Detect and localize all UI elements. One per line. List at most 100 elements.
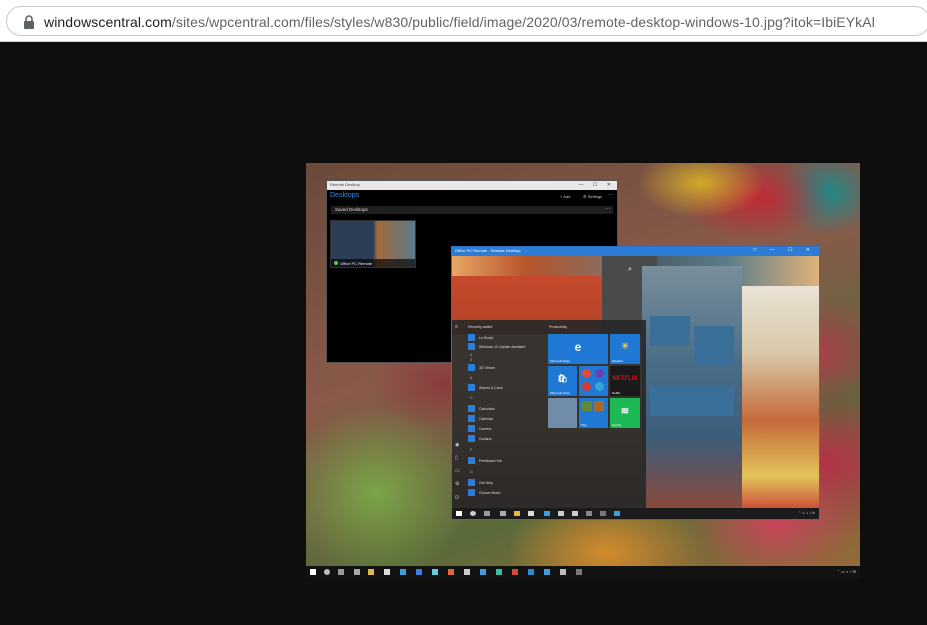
session-taskbar: ⌃ ▭ ◖ ♪ ✉ (452, 508, 819, 519)
app-group-letter: 3 (470, 358, 472, 362)
start-menu: ≡ ◉ ▯ ▭ ⚙ ⏻ Recently added Productivity … (452, 320, 646, 510)
rd-window-controls: — ☐ ✕ (578, 182, 615, 188)
host-taskbar: ⌃ ▭ ◖ ♪ ✉ (306, 566, 860, 578)
app-icon (586, 511, 592, 516)
rd-more-icon: ··· (608, 192, 613, 198)
displayed-image: Remote Desktop — ☐ ✕ Desktops + Add ⚙ Se… (306, 163, 860, 578)
tile-label: Play (581, 423, 587, 427)
rd-connection-name: Office PC Remote (331, 259, 415, 267)
app-icon (512, 569, 518, 575)
user-icon: ◉ (455, 442, 460, 448)
app-list-item: Alarms & Clock (468, 384, 544, 392)
app-list-item: Windows 10 Update Assistant (468, 343, 544, 351)
rd-add-label: + Add (560, 194, 571, 199)
pictures-icon: ▭ (455, 468, 460, 474)
rd-settings-label: ⚙ Settings (583, 194, 603, 199)
folder-icon (514, 511, 520, 516)
start-menu-rail: ≡ ◉ ▯ ▭ ⚙ ⏻ (452, 320, 464, 510)
document-icon: ▯ (455, 455, 458, 461)
tile-label: Microsoft Store (550, 391, 571, 395)
app-label: Cortana (479, 437, 492, 441)
system-tray-icons: ⌃ ▭ ◖ ♪ ✉ (836, 569, 856, 574)
remote-desktop-icon (560, 569, 566, 575)
weather-icon: ☀ (620, 341, 630, 351)
status-dot-icon (334, 261, 338, 265)
app-list-item: Feedback Hub (468, 457, 544, 465)
app-icon (600, 511, 606, 516)
tile-edge: e Microsoft Edge (548, 334, 608, 364)
app-icon (464, 569, 470, 575)
app-group-letter: G (470, 470, 473, 474)
session-desktop-wallpaper: ⌕ ≡ ◉ ▯ ▭ ⚙ ⏻ Recently added Productivit… (452, 256, 819, 510)
app-group-letter: # (470, 353, 472, 357)
gear-icon: ⚙ (455, 481, 460, 487)
app-label: Feedback Hub (479, 459, 502, 463)
lock-icon[interactable] (23, 15, 35, 29)
rd-saved-desktops-group: Saved Desktops ··· (331, 206, 613, 214)
app-label: Alarms & Clock (479, 386, 503, 390)
tile-netflix: NETFLIX Netflix (610, 366, 640, 396)
wallpaper-building (742, 286, 819, 510)
app-label: Calculator (479, 407, 495, 411)
app-label: Lo Smart (479, 336, 494, 340)
app-icon (416, 569, 422, 575)
app-list-item: Get Help (468, 479, 544, 487)
app-label: Calendar (479, 417, 494, 421)
app-icon (432, 569, 438, 575)
session-window-controls: □ — ☐ ✕ (753, 247, 816, 253)
tile-spotify: ≋ Spotify (610, 398, 640, 428)
rd-connection-tile: Office PC Remote (330, 220, 416, 268)
task-view-icon (484, 511, 490, 516)
store-icon: 🛍 (557, 374, 568, 383)
search-icon (324, 569, 330, 575)
edge-icon (528, 569, 534, 575)
app-group-letter: A (470, 376, 473, 380)
store-icon (528, 511, 534, 516)
firefox-icon (448, 569, 454, 575)
rd-title: Remote Desktop (330, 182, 360, 187)
rd-group-label: Saved Desktops (335, 207, 368, 212)
netflix-logo-icon: NETFLIX (612, 376, 638, 382)
app-list-item: Lo Smart (468, 334, 544, 342)
address-bar[interactable]: windowscentral.com/sites/wpcentral.com/f… (6, 6, 927, 36)
tile-label: Netflix (612, 391, 621, 395)
spotify-icon: ≋ (620, 406, 630, 417)
app-icon (558, 511, 564, 516)
url-path: /sites/wpcentral.com/files/styles/w830/p… (171, 14, 875, 30)
rd-group-more-icon: ··· (605, 206, 610, 212)
app-group-letter: C (470, 396, 473, 400)
session-title: Office PC Remote - Remote Desktop (455, 248, 521, 253)
browser-toolbar: windowscentral.com/sites/wpcentral.com/f… (0, 0, 927, 42)
tile-label: Spotify (612, 423, 622, 427)
task-view-icon (338, 569, 344, 575)
tile-store: 🛍 Microsoft Store (548, 366, 577, 396)
tile-weather: ☀ Weather (610, 334, 640, 364)
app-label: Camera (479, 427, 492, 431)
wallpaper-balcony (650, 386, 734, 416)
session-titlebar: Office PC Remote - Remote Desktop □ — ☐ … (452, 247, 819, 256)
hamburger-icon: ≡ (455, 324, 458, 330)
productivity-heading: Productivity (549, 325, 568, 329)
tile-label: Microsoft Edge (550, 359, 571, 363)
search-icon (470, 511, 476, 516)
mail-icon (400, 569, 406, 575)
app-label: Windows 10 Update Assistant (479, 345, 526, 349)
rd-titlebar: Remote Desktop — ☐ ✕ (327, 181, 617, 190)
wallpaper-balcony (650, 316, 690, 346)
edge-icon: e (574, 340, 582, 354)
power-icon: ⏻ (455, 495, 459, 501)
app-label: 3D Viewer (479, 366, 496, 370)
url-host: windowscentral.com (44, 14, 172, 30)
search-icon: ⌕ (628, 266, 632, 273)
app-list-item: Camera (468, 425, 544, 433)
app-list-item: Groove Music (468, 489, 544, 497)
app-icon (544, 569, 550, 575)
app-icon (496, 569, 502, 575)
app-icon (480, 569, 486, 575)
app-list-item: Calendar (468, 415, 544, 423)
app-list-item: 3D Viewer (468, 364, 544, 372)
app-list-item: Calculator (468, 405, 544, 413)
url-text[interactable]: windowscentral.com/sites/wpcentral.com/f… (44, 14, 875, 30)
app-list-item: Cortana (468, 435, 544, 443)
folder-icon (368, 569, 374, 575)
